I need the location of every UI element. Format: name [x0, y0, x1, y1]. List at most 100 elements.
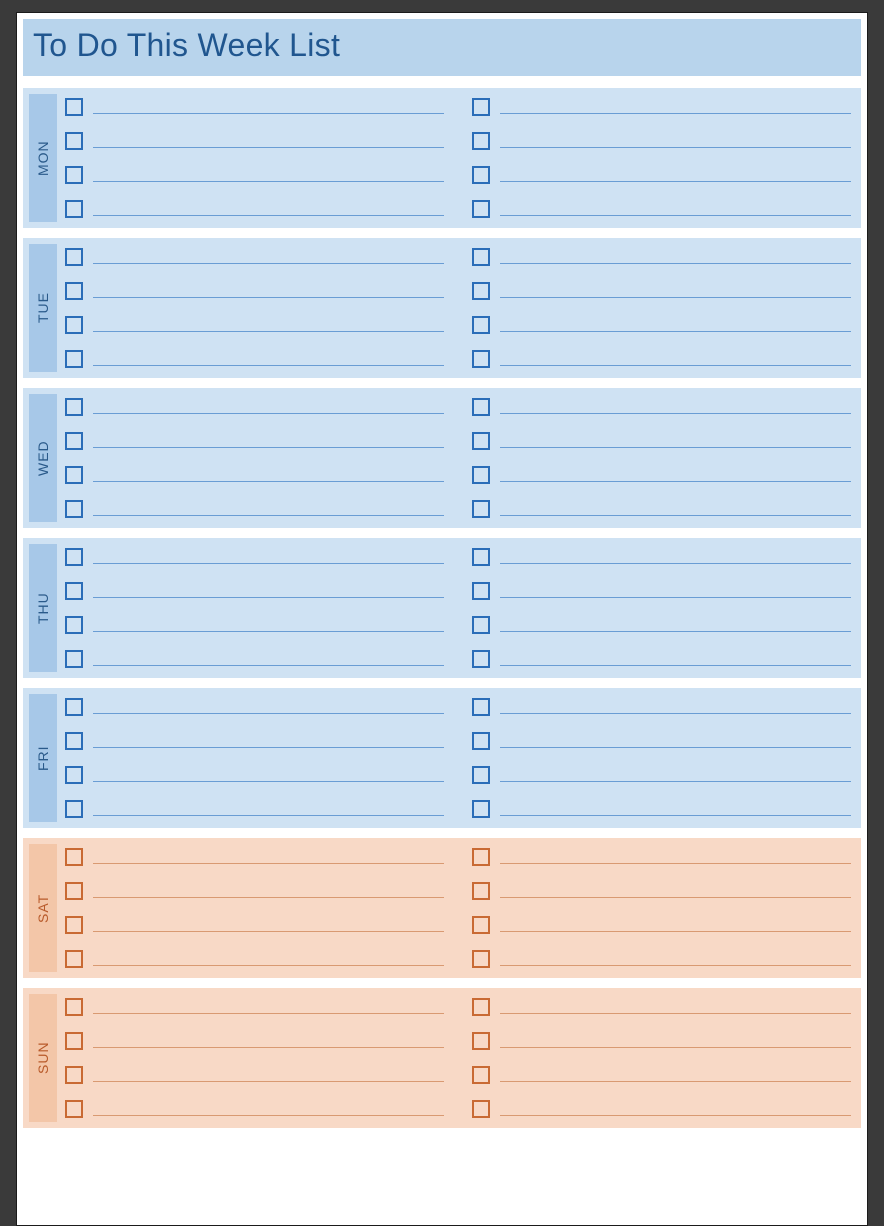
task-checkbox[interactable] — [472, 132, 490, 150]
task-line[interactable] — [500, 481, 851, 482]
task-checkbox[interactable] — [472, 548, 490, 566]
task-line[interactable] — [500, 863, 851, 864]
task-checkbox[interactable] — [472, 432, 490, 450]
task-checkbox[interactable] — [65, 950, 83, 968]
task-checkbox[interactable] — [65, 616, 83, 634]
task-line[interactable] — [93, 215, 444, 216]
task-line[interactable] — [93, 781, 444, 782]
task-line[interactable] — [93, 297, 444, 298]
task-checkbox[interactable] — [65, 548, 83, 566]
task-checkbox[interactable] — [472, 582, 490, 600]
task-checkbox[interactable] — [472, 1100, 490, 1118]
task-line[interactable] — [93, 1115, 444, 1116]
task-line[interactable] — [500, 1013, 851, 1014]
task-line[interactable] — [93, 713, 444, 714]
task-line[interactable] — [93, 181, 444, 182]
task-checkbox[interactable] — [472, 466, 490, 484]
task-checkbox[interactable] — [65, 766, 83, 784]
task-line[interactable] — [500, 147, 851, 148]
task-checkbox[interactable] — [472, 800, 490, 818]
task-line[interactable] — [93, 931, 444, 932]
task-checkbox[interactable] — [65, 1032, 83, 1050]
task-line[interactable] — [500, 897, 851, 898]
task-line[interactable] — [93, 1047, 444, 1048]
task-line[interactable] — [93, 515, 444, 516]
task-line[interactable] — [93, 1013, 444, 1014]
task-line[interactable] — [93, 447, 444, 448]
task-checkbox[interactable] — [65, 916, 83, 934]
task-line[interactable] — [93, 747, 444, 748]
task-line[interactable] — [500, 297, 851, 298]
task-checkbox[interactable] — [472, 200, 490, 218]
task-line[interactable] — [500, 215, 851, 216]
task-checkbox[interactable] — [65, 582, 83, 600]
task-checkbox[interactable] — [65, 998, 83, 1016]
task-checkbox[interactable] — [472, 882, 490, 900]
task-checkbox[interactable] — [472, 500, 490, 518]
task-checkbox[interactable] — [65, 98, 83, 116]
task-line[interactable] — [93, 597, 444, 598]
task-checkbox[interactable] — [65, 698, 83, 716]
task-checkbox[interactable] — [65, 398, 83, 416]
task-checkbox[interactable] — [65, 132, 83, 150]
task-checkbox[interactable] — [472, 698, 490, 716]
task-checkbox[interactable] — [472, 398, 490, 416]
task-checkbox[interactable] — [65, 166, 83, 184]
task-line[interactable] — [500, 713, 851, 714]
task-checkbox[interactable] — [65, 248, 83, 266]
task-checkbox[interactable] — [65, 500, 83, 518]
task-line[interactable] — [500, 263, 851, 264]
task-line[interactable] — [93, 897, 444, 898]
task-checkbox[interactable] — [65, 466, 83, 484]
task-line[interactable] — [500, 597, 851, 598]
task-line[interactable] — [500, 365, 851, 366]
task-checkbox[interactable] — [65, 1100, 83, 1118]
task-checkbox[interactable] — [65, 848, 83, 866]
task-line[interactable] — [500, 1081, 851, 1082]
task-checkbox[interactable] — [472, 282, 490, 300]
task-checkbox[interactable] — [65, 200, 83, 218]
task-line[interactable] — [500, 1115, 851, 1116]
task-checkbox[interactable] — [65, 316, 83, 334]
task-checkbox[interactable] — [472, 1032, 490, 1050]
task-line[interactable] — [93, 1081, 444, 1082]
task-checkbox[interactable] — [65, 650, 83, 668]
task-checkbox[interactable] — [472, 998, 490, 1016]
task-checkbox[interactable] — [65, 282, 83, 300]
task-checkbox[interactable] — [472, 766, 490, 784]
task-checkbox[interactable] — [472, 350, 490, 368]
task-line[interactable] — [93, 481, 444, 482]
task-line[interactable] — [93, 815, 444, 816]
task-checkbox[interactable] — [472, 732, 490, 750]
task-line[interactable] — [93, 665, 444, 666]
task-checkbox[interactable] — [472, 316, 490, 334]
task-checkbox[interactable] — [472, 848, 490, 866]
task-checkbox[interactable] — [472, 98, 490, 116]
task-checkbox[interactable] — [472, 916, 490, 934]
task-line[interactable] — [500, 1047, 851, 1048]
task-line[interactable] — [93, 147, 444, 148]
task-line[interactable] — [500, 515, 851, 516]
task-line[interactable] — [500, 631, 851, 632]
task-line[interactable] — [93, 263, 444, 264]
task-checkbox[interactable] — [65, 432, 83, 450]
task-line[interactable] — [500, 931, 851, 932]
task-checkbox[interactable] — [472, 650, 490, 668]
task-line[interactable] — [500, 413, 851, 414]
task-line[interactable] — [93, 863, 444, 864]
task-checkbox[interactable] — [472, 166, 490, 184]
task-line[interactable] — [93, 563, 444, 564]
task-line[interactable] — [93, 631, 444, 632]
task-line[interactable] — [500, 781, 851, 782]
task-checkbox[interactable] — [65, 350, 83, 368]
task-line[interactable] — [500, 747, 851, 748]
task-line[interactable] — [500, 181, 851, 182]
task-checkbox[interactable] — [472, 1066, 490, 1084]
task-checkbox[interactable] — [65, 882, 83, 900]
task-line[interactable] — [93, 113, 444, 114]
task-line[interactable] — [500, 447, 851, 448]
task-line[interactable] — [500, 665, 851, 666]
task-line[interactable] — [93, 413, 444, 414]
task-line[interactable] — [500, 113, 851, 114]
task-checkbox[interactable] — [472, 248, 490, 266]
